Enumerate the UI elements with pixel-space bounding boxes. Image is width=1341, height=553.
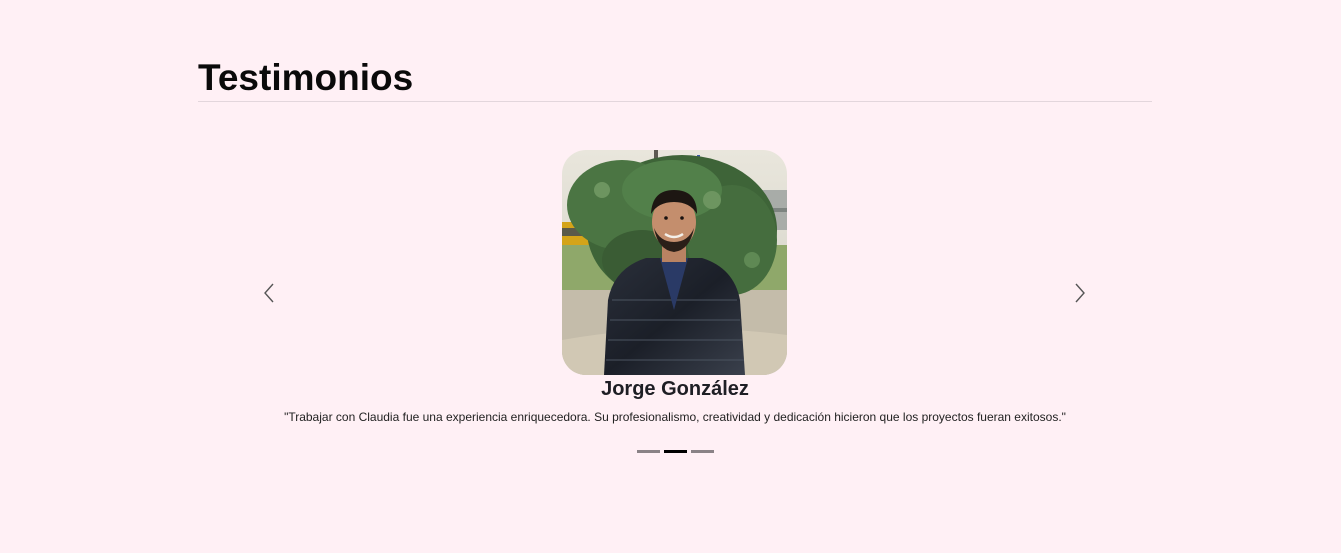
- carousel-indicator-1[interactable]: [636, 450, 660, 453]
- testimonial-photo: [562, 150, 787, 375]
- testimonials-section: Testimonios Jorge González "Trabajar con…: [0, 0, 1341, 553]
- testimonial-author-name: Jorge González: [601, 378, 749, 400]
- testimonial-quote: "Trabajar con Claudia fue una experienci…: [284, 410, 1066, 424]
- chevron-left-icon: [264, 283, 274, 303]
- chevron-right-icon: [1075, 283, 1085, 303]
- title-divider: [198, 101, 1152, 102]
- testimonial-carousel: Jorge González "Trabajar con Claudia fue…: [198, 130, 1152, 470]
- carousel-indicator-3[interactable]: [690, 450, 714, 453]
- carousel-indicator-2[interactable]: [663, 450, 687, 453]
- person-photo-illustration: [562, 150, 787, 375]
- carousel-indicators: [198, 450, 1152, 453]
- section-title: Testimonios: [198, 57, 414, 98]
- carousel-next-button[interactable]: [1068, 278, 1092, 308]
- carousel-prev-button[interactable]: [257, 278, 281, 308]
